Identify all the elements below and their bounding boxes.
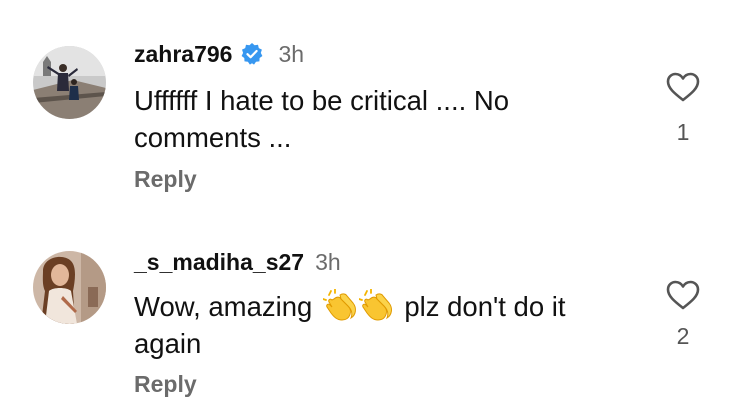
comment-text-line: Wow, amazing plz don't do it bbox=[134, 288, 604, 325]
comment-item: zahra796 3h Uffffff I hate to be critica… bbox=[0, 0, 740, 205]
username[interactable]: _s_madiha_s27 bbox=[134, 249, 304, 276]
clapping-hands-emoji-icon bbox=[359, 289, 393, 321]
username[interactable]: zahra796 bbox=[134, 41, 232, 68]
avatar[interactable] bbox=[33, 46, 106, 119]
comment-text-line: Uffffff I hate to be critical .... No bbox=[134, 85, 510, 116]
heart-outline-icon[interactable] bbox=[665, 279, 701, 311]
avatar[interactable] bbox=[33, 251, 106, 324]
comment-text: Uffffff I hate to be critical .... No co… bbox=[134, 82, 604, 156]
reply-button[interactable]: Reply bbox=[134, 371, 197, 398]
comment-text-line: again bbox=[134, 328, 202, 359]
heart-outline-icon[interactable] bbox=[665, 71, 701, 103]
timestamp: 3h bbox=[278, 40, 305, 67]
timestamp: 3h bbox=[315, 248, 341, 275]
reply-button[interactable]: Reply bbox=[134, 166, 197, 193]
verified-badge-icon bbox=[240, 42, 264, 66]
like-count: 1 bbox=[676, 119, 690, 145]
comment-item: _s_madiha_s27 3h Wow, amazing plz don't … bbox=[0, 206, 740, 411]
like-count: 2 bbox=[676, 323, 690, 349]
clapping-hands-emoji-icon bbox=[323, 289, 357, 321]
comment-meta: _s_madiha_s27 3h bbox=[134, 246, 341, 278]
comment-text-segment: Wow, amazing bbox=[134, 291, 313, 322]
comment-meta: zahra796 3h bbox=[134, 38, 304, 70]
comment-text-segment: plz don't do it bbox=[404, 291, 566, 322]
avatar-photo bbox=[33, 251, 106, 324]
avatar-photo bbox=[33, 46, 106, 119]
comment-text: Wow, amazing plz don't do it again bbox=[134, 288, 604, 362]
comment-text-line: comments ... bbox=[134, 122, 292, 153]
